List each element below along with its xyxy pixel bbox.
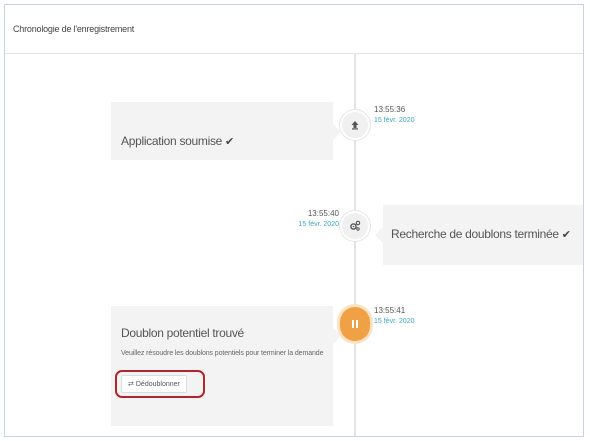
event-time: 13:55:41 xyxy=(374,306,406,315)
event-time: 13:55:36 xyxy=(374,105,406,114)
timeline: Application soumise ✔ 13:55:36 15 févr. 2… xyxy=(5,54,583,436)
upload-icon xyxy=(340,110,370,140)
event-title: Application soumise xyxy=(121,134,223,148)
panel-header: Chronologie de l'enregistrement xyxy=(5,5,583,54)
event-date: 15 févr. 2020 xyxy=(298,221,339,228)
timeline-event-duplicate-search: Recherche de doublons terminée ✔ xyxy=(375,205,583,265)
event-title: Recherche de doublons terminée xyxy=(391,227,559,241)
deduplicate-button[interactable]: ⇄ Dédoublonner xyxy=(121,375,187,393)
timeline-event-submitted: Application soumise ✔ xyxy=(111,102,341,160)
check-icon: ✔ xyxy=(225,136,235,148)
event-date: 15 févr. 2020 xyxy=(374,318,415,325)
merge-icon: ⇄ xyxy=(128,381,134,388)
panel-title: Chronologie de l'enregistrement xyxy=(13,24,135,34)
event-time: 13:55:40 xyxy=(307,209,339,218)
record-timeline-panel: Chronologie de l'enregistrement Applicat… xyxy=(4,4,584,437)
event-timestamp: 13:55:41 15 févr. 2020 xyxy=(374,305,414,327)
event-date: 15 févr. 2020 xyxy=(374,117,415,124)
event-description: Veuillez résoudre les doublons potentiel… xyxy=(121,350,324,357)
check-icon: ✔ xyxy=(561,229,571,241)
timeline-event-duplicate-found: Doublon potentiel trouvé Veuillez résoud… xyxy=(111,306,341,426)
deduplicate-label: Dédoublonner xyxy=(135,380,180,388)
event-timestamp: 13:55:36 15 févr. 2020 xyxy=(374,104,414,126)
pause-icon xyxy=(340,307,370,341)
event-title: Doublon potentiel trouvé xyxy=(121,326,244,340)
cogs-icon xyxy=(340,211,370,241)
event-timestamp: 13:55:40 15 févr. 2020 xyxy=(299,208,339,230)
